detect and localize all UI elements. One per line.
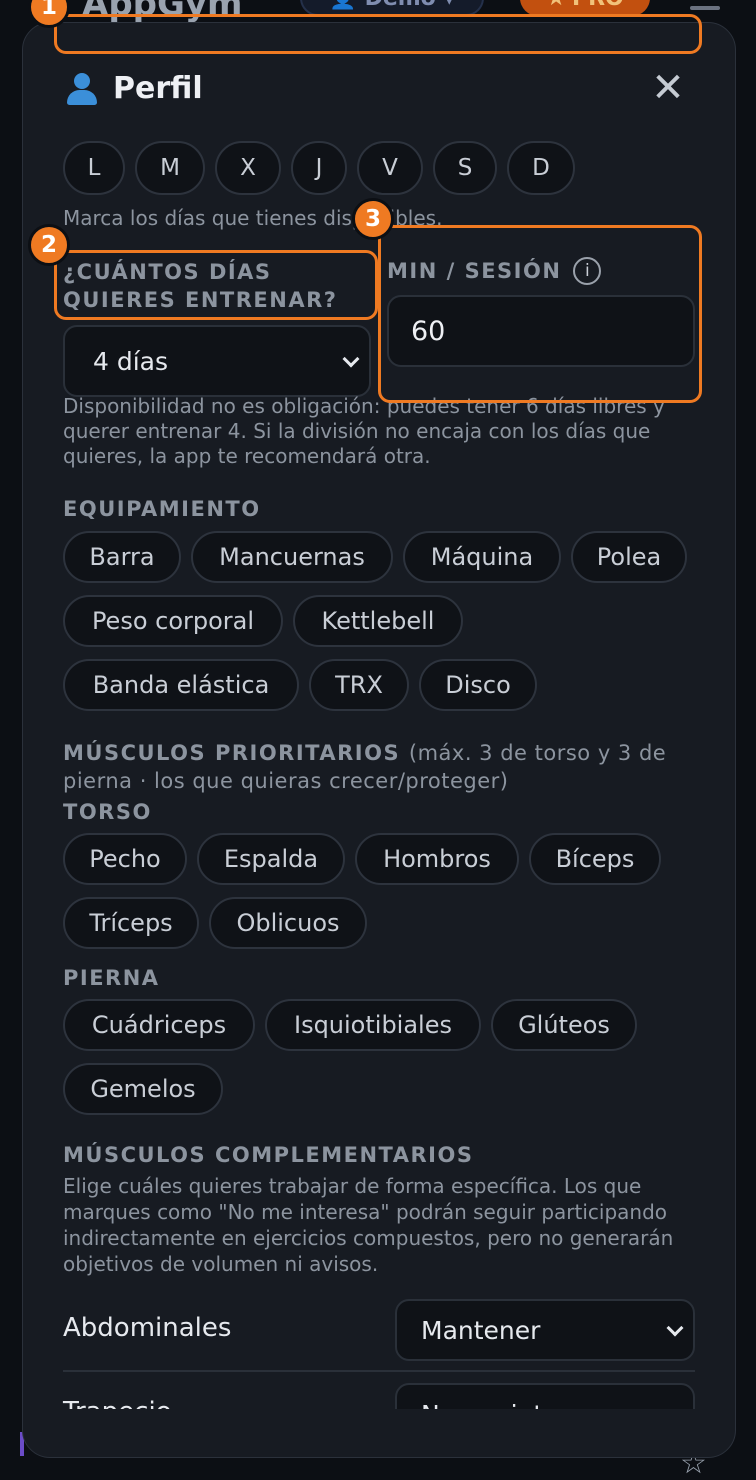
- complementary-label: MÚSCULOS COMPLEMENTARIOS: [63, 1143, 474, 1167]
- complementary-row-label: Trapecio: [63, 1397, 172, 1409]
- pro-label: PRO: [572, 0, 624, 11]
- menu-icon[interactable]: [690, 6, 720, 10]
- equipment-chip[interactable]: Peso corporal: [63, 595, 283, 647]
- equipment-chip[interactable]: Mancuernas: [191, 531, 393, 583]
- chevron-down-icon: [343, 352, 359, 368]
- highlight-box-3: [378, 225, 702, 403]
- user-icon: 👤: [329, 0, 356, 11]
- row-divider: [63, 1370, 695, 1372]
- train-days-select[interactable]: 4 días: [63, 325, 371, 397]
- complementary-hint: Elige cuáles quieres trabajar de forma e…: [63, 1174, 674, 1276]
- leg-chip[interactable]: Glúteos: [491, 999, 637, 1051]
- chevron-down-icon: [667, 1405, 683, 1409]
- torso-label: TORSO: [63, 800, 152, 824]
- day-chip[interactable]: D: [507, 141, 575, 195]
- availability-note: Disponibilidad no es obligación: puedes …: [63, 394, 665, 468]
- leg-label: PIERNA: [63, 966, 160, 990]
- chevron-down-icon: ▾: [444, 0, 455, 11]
- equipment-chip[interactable]: Disco: [419, 659, 537, 711]
- day-chip[interactable]: S: [433, 141, 497, 195]
- annotation-badge-3: 3: [352, 198, 394, 240]
- equipment-label: EQUIPAMIENTO: [63, 497, 261, 521]
- torso-chip[interactable]: Bíceps: [529, 833, 661, 885]
- day-chip[interactable]: M: [135, 141, 205, 195]
- train-days-value: 4 días: [93, 346, 169, 376]
- complementary-select-value: Mantener: [421, 1315, 541, 1345]
- close-icon: ✕: [651, 65, 685, 111]
- profile-icon: [65, 72, 99, 106]
- equipment-chip[interactable]: Banda elástica: [63, 659, 299, 711]
- equipment-chip[interactable]: Máquina: [403, 531, 561, 583]
- star-icon: ★: [546, 0, 566, 11]
- highlight-box-2: [54, 250, 378, 320]
- leg-chip[interactable]: Cuádriceps: [63, 999, 255, 1051]
- torso-chip[interactable]: Espalda: [197, 833, 345, 885]
- torso-chip[interactable]: Pecho: [63, 833, 187, 885]
- chevron-down-icon: [667, 1321, 683, 1337]
- equipment-chip[interactable]: Polea: [571, 531, 687, 583]
- equipment-chip[interactable]: Kettlebell: [293, 595, 463, 647]
- torso-chip[interactable]: Tríceps: [63, 897, 199, 949]
- modal-title-text: Perfil: [113, 71, 203, 106]
- priority-label-block: MÚSCULOS PRIORITARIOS (máx. 3 de torso y…: [63, 739, 703, 795]
- equipment-chip[interactable]: Barra: [63, 531, 181, 583]
- complementary-select[interactable]: Mantener: [395, 1299, 695, 1361]
- modal-title: Perfil: [65, 71, 203, 106]
- leg-chip[interactable]: Isquiotibiales: [265, 999, 481, 1051]
- highlight-box-1: [54, 14, 702, 54]
- day-chip[interactable]: V: [357, 141, 423, 195]
- leg-chip[interactable]: Gemelos: [63, 1063, 223, 1115]
- priority-label: MÚSCULOS PRIORITARIOS: [63, 741, 401, 765]
- complementary-row-label: Abdominales: [63, 1313, 232, 1343]
- complementary-select-value: No me interesa: [421, 1400, 612, 1410]
- complementary-select[interactable]: No me interesa: [395, 1383, 695, 1409]
- annotation-badge-2: 2: [28, 224, 70, 266]
- day-chip[interactable]: L: [63, 141, 125, 195]
- close-button[interactable]: ✕: [647, 67, 689, 109]
- torso-chip[interactable]: Oblicuos: [209, 897, 367, 949]
- user-label: Demo: [365, 0, 436, 11]
- equipment-chip[interactable]: TRX: [309, 659, 409, 711]
- torso-chip[interactable]: Hombros: [355, 833, 519, 885]
- day-chip[interactable]: X: [215, 141, 281, 195]
- day-chip[interactable]: J: [291, 141, 347, 195]
